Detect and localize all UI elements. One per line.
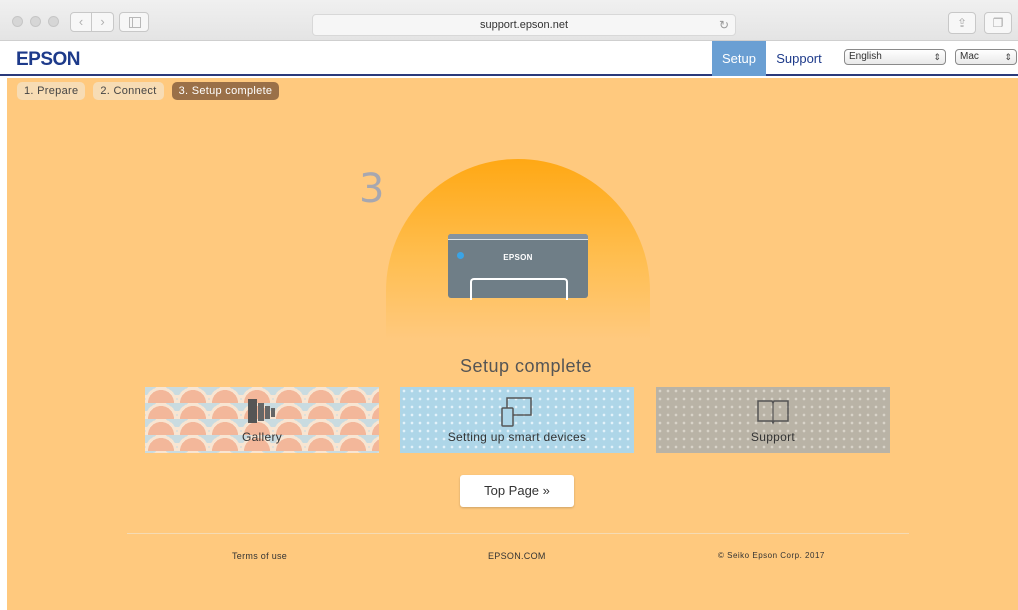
smart-devices-tile[interactable]: Setting up smart devices <box>400 387 634 453</box>
step-setup-complete: 3. Setup complete <box>171 82 280 100</box>
smart-devices-icon <box>501 397 532 427</box>
footer-divider <box>127 533 909 534</box>
printer-lid <box>448 234 588 240</box>
minimize-window-button[interactable] <box>30 16 41 27</box>
terms-of-use-link[interactable]: Terms of use <box>232 551 287 561</box>
epson-logo[interactable]: EPSON <box>16 49 81 71</box>
epson-com-link[interactable]: EPSON.COM <box>488 551 546 561</box>
step-breadcrumb: 1. Prepare 2. Connect 3. Setup complete <box>17 82 280 100</box>
address-bar[interactable]: support.epson.net ↻ <box>312 14 736 36</box>
share-button[interactable]: ⇪ <box>948 12 976 34</box>
language-select-value: English <box>849 51 882 62</box>
printer-illustration: EPSON <box>448 234 588 300</box>
book-icon <box>757 400 789 425</box>
history-nav: ‹ › <box>70 12 114 32</box>
chevron-left-icon: ‹ <box>78 14 84 29</box>
select-arrows-icon: ⇕ <box>933 52 941 62</box>
site-header: EPSON Setup Support English ⇕ Mac ⇕ <box>0 41 1018 76</box>
gallery-tile[interactable]: Gallery <box>145 387 379 453</box>
printer-paper-tray <box>470 278 568 300</box>
gallery-label: Gallery <box>241 430 283 444</box>
support-label: Support <box>750 430 796 444</box>
smart-devices-label: Setting up smart devices <box>447 430 587 444</box>
forward-button[interactable]: › <box>92 12 114 32</box>
show-tabs-button[interactable]: ❐ <box>984 12 1012 34</box>
page-title: Setup complete <box>459 356 593 376</box>
gallery-icon <box>248 399 275 423</box>
chevron-right-icon: › <box>100 14 105 29</box>
tabs-icon: ❐ <box>992 16 1004 30</box>
back-button[interactable]: ‹ <box>70 12 92 32</box>
browser-toolbar: ‹ › support.epson.net ↻ ⇪ ❐ <box>0 0 1018 41</box>
step-prepare[interactable]: 1. Prepare <box>17 82 86 100</box>
step-number: 3 <box>359 166 385 212</box>
window-controls <box>12 16 59 27</box>
zoom-window-button[interactable] <box>48 16 59 27</box>
main-content: 1. Prepare 2. Connect 3. Setup complete … <box>7 78 1018 610</box>
sidebar-toggle-button[interactable] <box>119 12 149 32</box>
url-text: support.epson.net <box>479 19 569 31</box>
tab-setup[interactable]: Setup <box>712 41 766 76</box>
share-icon: ⇪ <box>956 16 968 30</box>
os-select-value: Mac <box>960 51 979 62</box>
top-page-button[interactable]: Top Page » <box>460 475 574 507</box>
os-select[interactable]: Mac ⇕ <box>955 49 1017 65</box>
support-tile[interactable]: Support <box>656 387 890 453</box>
close-window-button[interactable] <box>12 16 23 27</box>
copyright-text: © Seiko Epson Corp. 2017 <box>718 551 825 560</box>
select-arrows-icon: ⇕ <box>1004 52 1012 62</box>
tab-support[interactable]: Support <box>770 41 828 76</box>
printer-brand-label: EPSON <box>503 253 533 262</box>
language-select[interactable]: English ⇕ <box>844 49 946 65</box>
reload-icon[interactable]: ↻ <box>719 15 729 35</box>
step-connect[interactable]: 2. Connect <box>93 82 164 100</box>
